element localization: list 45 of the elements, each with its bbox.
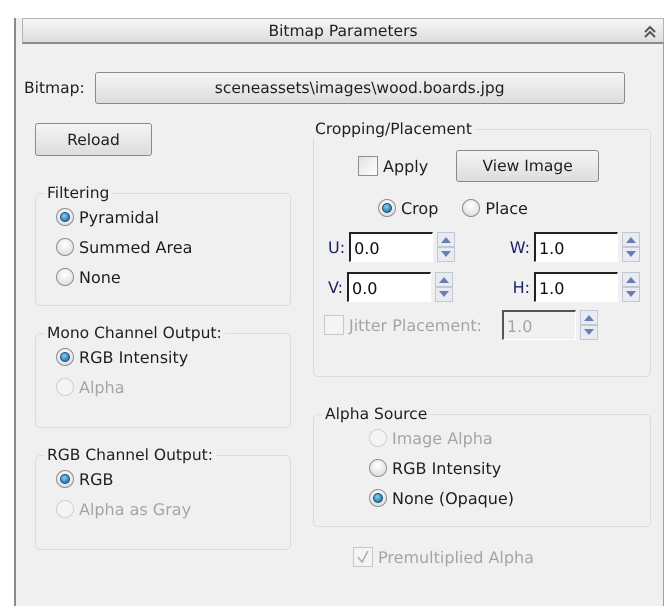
rollout-header[interactable]: Bitmap Parameters	[22, 18, 664, 44]
field-label: H:	[512, 278, 530, 296]
radio-label[interactable]: None (Opaque)	[392, 488, 514, 508]
spinner-button[interactable]	[435, 272, 454, 302]
radio-label[interactable]: None	[79, 268, 121, 286]
group-title: RGB Channel Output:	[46, 446, 214, 464]
radio-label[interactable]: RGB Intensity	[392, 458, 502, 478]
radio-button[interactable]	[56, 268, 74, 286]
radio-label[interactable]: RGB	[79, 470, 114, 488]
radio-label[interactable]: Pyramidal	[79, 208, 159, 226]
input-field[interactable]: 0.0	[349, 232, 434, 262]
radio-button[interactable]	[462, 199, 480, 217]
file-button[interactable]: sceneassets\images\wood.boards.jpg	[94, 72, 625, 104]
view-image-button[interactable]: View Image	[456, 150, 600, 182]
radio-button[interactable]	[56, 238, 74, 256]
field-label: Bitmap:	[24, 79, 85, 97]
radio-button[interactable]	[369, 459, 387, 477]
radio-button[interactable]	[56, 348, 74, 366]
panel-title: Bitmap Parameters	[268, 22, 418, 40]
radio-label[interactable]: Crop	[401, 198, 438, 218]
radio-button[interactable]	[56, 208, 74, 226]
input-field[interactable]: 1.0	[534, 232, 618, 262]
spinner-button[interactable]	[622, 232, 640, 262]
group-title: Mono Channel Output:	[46, 324, 223, 342]
field-label: U:	[328, 238, 346, 256]
radio-label[interactable]: RGB Intensity	[79, 348, 188, 366]
checkbox[interactable]	[358, 156, 378, 176]
radio-label[interactable]: Summed Area	[79, 238, 192, 256]
spinner-button[interactable]	[437, 232, 456, 262]
group-title: Cropping/Placement	[314, 120, 473, 138]
radio-button[interactable]	[378, 199, 396, 217]
radio-button[interactable]	[56, 470, 74, 488]
double-chevron-icon[interactable]	[643, 23, 657, 40]
input-field[interactable]: 1.0	[534, 272, 618, 302]
group-title: Alpha Source	[324, 405, 428, 423]
checkbox-label[interactable]: Apply	[383, 156, 428, 176]
reload-button[interactable]: Reload	[35, 123, 152, 156]
radio-button[interactable]	[369, 489, 387, 507]
spinner-button[interactable]	[580, 310, 598, 340]
spinner-button[interactable]	[622, 272, 640, 302]
radio-label[interactable]: Place	[485, 198, 528, 218]
field-label: W:	[510, 238, 530, 256]
group-title: Filtering	[46, 184, 110, 202]
field-label: V:	[328, 278, 344, 296]
input-field[interactable]: 0.0	[347, 272, 432, 302]
